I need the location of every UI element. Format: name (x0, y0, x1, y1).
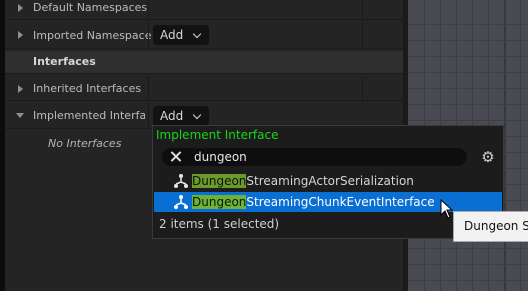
row-label: Default Namespaces (33, 1, 148, 14)
grid-line (408, 120, 528, 121)
item-label: StreamingActorSerialization (246, 174, 414, 188)
chevron-right-icon[interactable] (18, 4, 23, 12)
search-query[interactable]: dungeon (194, 150, 247, 164)
grid-line (408, 56, 528, 57)
grid-line (408, 40, 528, 41)
column-separator (148, 77, 149, 100)
row-default-namespaces[interactable]: Default Namespaces (5, 0, 403, 20)
column-separator (362, 0, 363, 19)
tooltip: Dungeon St (453, 211, 528, 242)
settings-gear-icon[interactable]: ⚙ (479, 148, 497, 166)
column-separator (148, 0, 149, 19)
grid-line (408, 24, 528, 25)
row-label: Imported Namespace (33, 29, 152, 42)
implement-interface-popup: Implement Interface dungeon ⚙ DungeonStr… (152, 125, 504, 239)
list-item[interactable]: DungeonStreamingActorSerialization (154, 171, 502, 191)
add-interface-button[interactable]: Add (153, 106, 209, 126)
item-label: StreamingChunkEventInterface (246, 195, 435, 209)
add-label: Add (160, 109, 184, 123)
search-input[interactable]: dungeon (162, 148, 467, 166)
grid-line (408, 88, 528, 89)
chevron-right-icon[interactable] (18, 85, 23, 93)
chevron-down-icon[interactable] (16, 113, 24, 118)
row-inherited-interfaces[interactable]: Inherited Interfaces (5, 77, 403, 101)
column-separator (148, 23, 149, 48)
section-interfaces[interactable]: Interfaces (5, 51, 403, 74)
chevron-down-icon (192, 110, 202, 120)
selection-status: 2 items (1 selected) (159, 217, 280, 231)
interface-node-icon (174, 195, 188, 209)
section-label: Interfaces (33, 55, 96, 68)
grid-line (408, 72, 528, 73)
popup-title: Implement Interface (156, 128, 279, 142)
no-interfaces-label: No Interfaces (48, 137, 122, 150)
match-highlight: Dungeon (192, 195, 247, 209)
grid-line (408, 104, 528, 105)
chevron-right-icon[interactable] (18, 31, 23, 39)
grid-line (408, 280, 528, 281)
row-label: Inherited Interfaces (33, 82, 142, 95)
clear-search-icon[interactable] (168, 149, 184, 165)
add-namespace-button[interactable]: Add (153, 25, 209, 45)
grid-line (408, 264, 528, 265)
chevron-down-icon (192, 29, 202, 39)
match-highlight: Dungeon (192, 174, 247, 188)
interface-node-icon (174, 174, 188, 188)
mouse-cursor-icon (440, 199, 454, 219)
row-imported-namespaces[interactable]: Imported Namespace Add (5, 23, 403, 49)
column-separator (148, 103, 149, 128)
add-label: Add (160, 28, 184, 42)
grid-line (408, 248, 528, 249)
row-label: Implemented Interfac (33, 109, 145, 122)
column-separator (362, 77, 363, 100)
tooltip-text: Dungeon St (464, 219, 528, 233)
column-separator (362, 23, 363, 48)
